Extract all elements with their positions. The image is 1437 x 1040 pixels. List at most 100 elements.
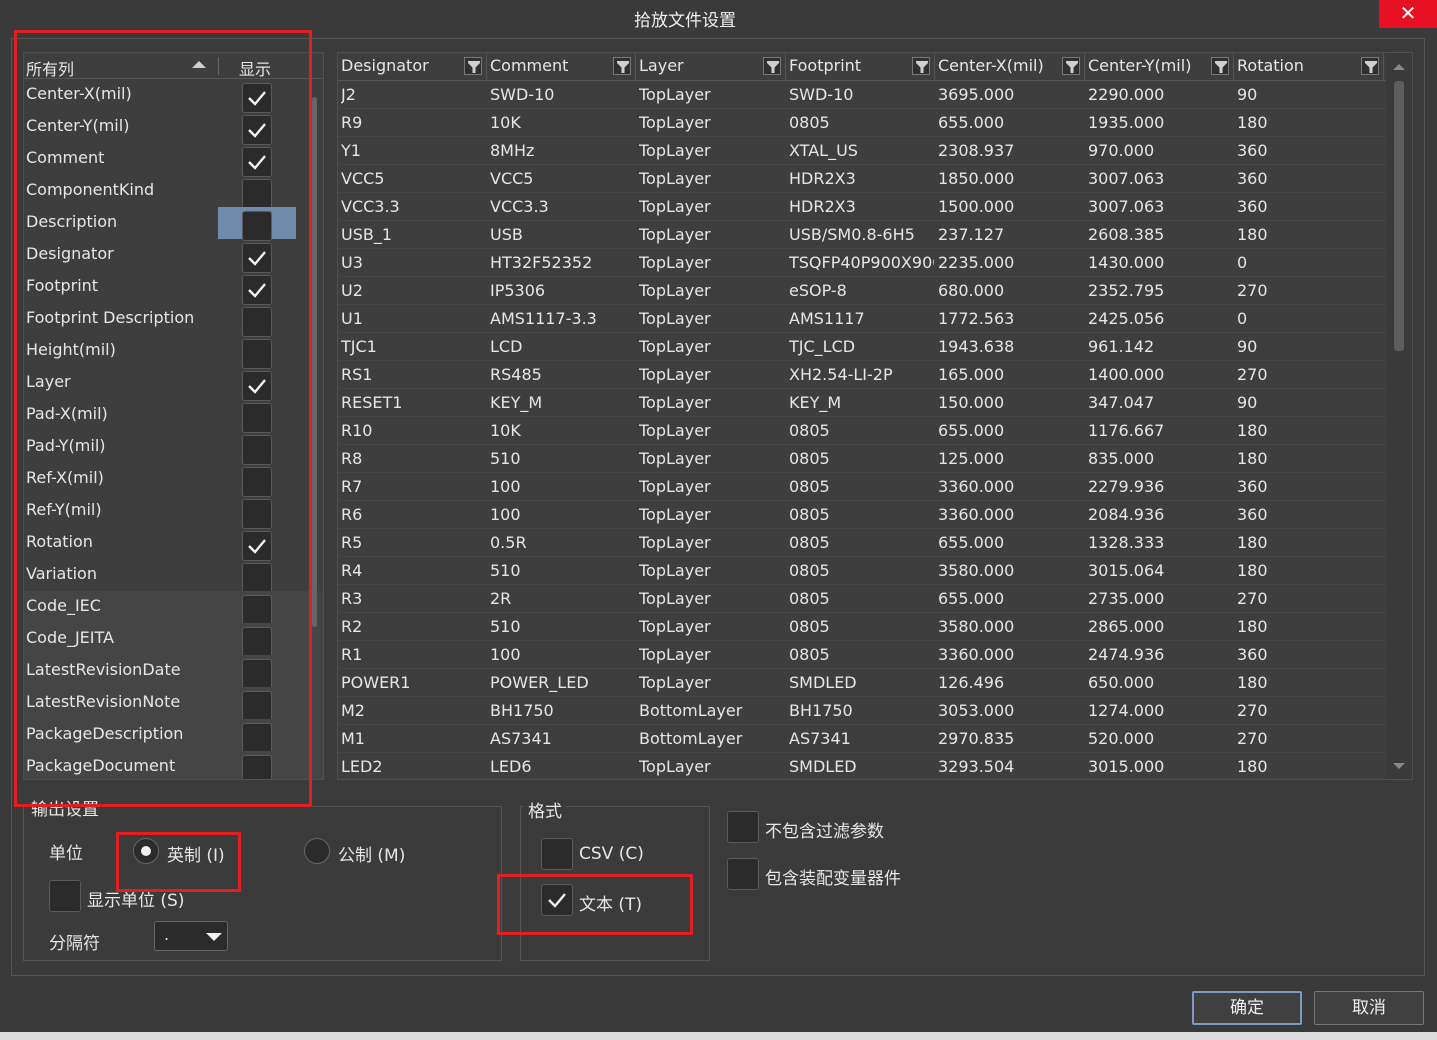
table-cell: POWER1 [341, 673, 411, 692]
table-cell: R3 [341, 589, 363, 608]
table-cell: HDR2X3 [789, 169, 856, 188]
table-cell: USB_1 [341, 225, 393, 244]
filter-icon[interactable] [613, 57, 631, 75]
table-row[interactable]: Y1 8MHz TopLayer XTAL_US 2308.937 970.000 360 [338, 137, 1412, 165]
filter-icon[interactable] [763, 57, 781, 75]
table-row[interactable]: M2 BH1750 BottomLayer BH1750 3053.000 1274.00… [338, 697, 1412, 725]
table-row[interactable]: J2 SWD-10 TopLayer SWD-10 3695.000 2290.000 90 [338, 81, 1412, 109]
cancel-button[interactable]: 取消 [1314, 991, 1424, 1025]
scroll-down-icon[interactable] [1393, 763, 1405, 769]
table-cell: 2352.795 [1088, 281, 1165, 300]
table-cell: TopLayer [639, 281, 711, 300]
annotation-box-text-format [497, 874, 693, 935]
table-cell: 655.000 [938, 113, 1005, 132]
show-units-checkbox[interactable] [49, 880, 81, 912]
table-cell: TopLayer [639, 757, 711, 776]
table-row[interactable]: VCC3.3 VCC3.3 TopLayer HDR2X3 1500.000 3007.0… [338, 193, 1412, 221]
close-button[interactable]: ✕ [1379, 0, 1437, 28]
filter-icon[interactable] [1062, 57, 1080, 75]
separator-select[interactable]: . [154, 921, 228, 951]
table-row[interactable]: U3 HT32F52352 TopLayer TSQFP40P900X900 2235.… [338, 249, 1412, 277]
table-row[interactable]: U1 AMS1117-3.3 TopLayer AMS1117 1772.563 2425… [338, 305, 1412, 333]
table-row[interactable]: R4 510 TopLayer 0805 3580.000 3015.064 180 [338, 557, 1412, 585]
table-cell: 3580.000 [938, 617, 1015, 636]
table-row[interactable]: R3 2R TopLayer 0805 655.000 2735.000 270 [338, 585, 1412, 613]
table-cell: 1176.667 [1088, 421, 1165, 440]
table-scrollbar[interactable] [1386, 53, 1412, 779]
column-header[interactable]: Comment [487, 53, 636, 81]
table-row[interactable]: R2 510 TopLayer 0805 3580.000 2865.000 180 [338, 613, 1412, 641]
filter-icon[interactable] [1361, 57, 1379, 75]
table-row[interactable]: R7 100 TopLayer 0805 3360.000 2279.936 360 [338, 473, 1412, 501]
table-cell: R6 [341, 505, 363, 524]
table-cell: TopLayer [639, 421, 711, 440]
table-cell: 3007.063 [1088, 197, 1165, 216]
table-cell: 360 [1237, 477, 1268, 496]
filter-icon[interactable] [1211, 57, 1229, 75]
table-cell: KEY_M [789, 393, 842, 412]
table-cell: SWD-10 [490, 85, 555, 104]
scroll-up-icon[interactable] [1393, 64, 1405, 70]
include-variant-label[interactable]: 包含装配变量器件 [765, 864, 901, 889]
scrollbar-thumb[interactable] [1394, 81, 1404, 351]
table-cell: 1500.000 [938, 197, 1015, 216]
exclude-filter-checkbox[interactable] [727, 811, 759, 843]
filter-icon[interactable] [464, 57, 482, 75]
metric-label[interactable]: 公制 (M) [338, 841, 405, 866]
table-row[interactable]: LED2 LED6 TopLayer SMDLED 3293.504 3015.000 18… [338, 753, 1412, 779]
table-cell: RS485 [490, 365, 542, 384]
table-cell: LED2 [341, 757, 383, 776]
table-cell: 0805 [789, 617, 830, 636]
table-row[interactable]: M1 AS7341 BottomLayer AS7341 2970.835 520.000… [338, 725, 1412, 753]
column-header[interactable]: Layer [636, 53, 786, 81]
table-row[interactable]: TJC1 LCD TopLayer TJC_LCD 1943.638 961.142 90 [338, 333, 1412, 361]
table-cell: 655.000 [938, 589, 1005, 608]
table-cell: 360 [1237, 645, 1268, 664]
column-header[interactable]: Center-Y(mil) [1085, 53, 1234, 81]
filter-icon[interactable] [912, 57, 930, 75]
table-row[interactable]: R9 10K TopLayer 0805 655.000 1935.000 180 [338, 109, 1412, 137]
column-header[interactable]: Rotation [1234, 53, 1384, 81]
table-cell: 0805 [789, 477, 830, 496]
table-cell: 360 [1237, 197, 1268, 216]
csv-checkbox[interactable] [541, 838, 573, 870]
metric-radio[interactable] [304, 838, 330, 864]
table-cell: TopLayer [639, 365, 711, 384]
scrollbar-thumb[interactable] [312, 97, 317, 627]
table-cell: 100 [490, 645, 521, 664]
table-cell: 0805 [789, 449, 830, 468]
table-row[interactable]: R6 100 TopLayer 0805 3360.000 2084.936 360 [338, 501, 1412, 529]
table-cell: U1 [341, 309, 363, 328]
table-row[interactable]: R8 510 TopLayer 0805 125.000 835.000 180 [338, 445, 1412, 473]
table-row[interactable]: RS1 RS485 TopLayer XH2.54-LI-2P 165.000 1400.… [338, 361, 1412, 389]
table-row[interactable]: R5 0.5R TopLayer 0805 655.000 1328.333 180 [338, 529, 1412, 557]
column-header-label: Designator [341, 56, 429, 75]
table-cell: 0805 [789, 561, 830, 580]
title-bar: 拾放文件设置 ✕ [0, 0, 1437, 34]
table-row[interactable]: R10 10K TopLayer 0805 655.000 1176.667 180 [338, 417, 1412, 445]
dialog-title: 拾放文件设置 [634, 11, 736, 31]
table-cell: 360 [1237, 505, 1268, 524]
table-cell: 520.000 [1088, 729, 1155, 748]
table-cell: TopLayer [639, 561, 711, 580]
table-cell: KEY_M [490, 393, 543, 412]
ok-button[interactable]: 确定 [1192, 991, 1302, 1025]
table-row[interactable]: U2 IP5306 TopLayer eSOP-8 680.000 2352.795 270 [338, 277, 1412, 305]
column-header[interactable]: Center-X(mil) [935, 53, 1085, 81]
table-cell: TopLayer [639, 449, 711, 468]
table-cell: 3580.000 [938, 561, 1015, 580]
table-row[interactable]: USB_1 USB TopLayer USB/SM0.8-6H5 237.127 2608… [338, 221, 1412, 249]
include-variant-checkbox[interactable] [727, 858, 759, 890]
csv-label[interactable]: CSV (C) [579, 844, 644, 864]
table-row[interactable]: POWER1 POWER_LED TopLayer SMDLED 126.496 650.… [338, 669, 1412, 697]
column-header[interactable]: Designator [338, 53, 487, 81]
table-row[interactable]: R1 100 TopLayer 0805 3360.000 2474.936 360 [338, 641, 1412, 669]
table-cell: 90 [1237, 393, 1258, 412]
table-cell: TopLayer [639, 505, 711, 524]
column-header[interactable]: Footprint [786, 53, 935, 81]
table-row[interactable]: RESET1 KEY_M TopLayer KEY_M 150.000 347.047 90 [338, 389, 1412, 417]
table-row[interactable]: VCC5 VCC5 TopLayer HDR2X3 1850.000 3007.063 36… [338, 165, 1412, 193]
exclude-filter-label[interactable]: 不包含过滤参数 [765, 817, 884, 842]
table-cell: 180 [1237, 225, 1268, 244]
table-cell: 680.000 [938, 281, 1005, 300]
